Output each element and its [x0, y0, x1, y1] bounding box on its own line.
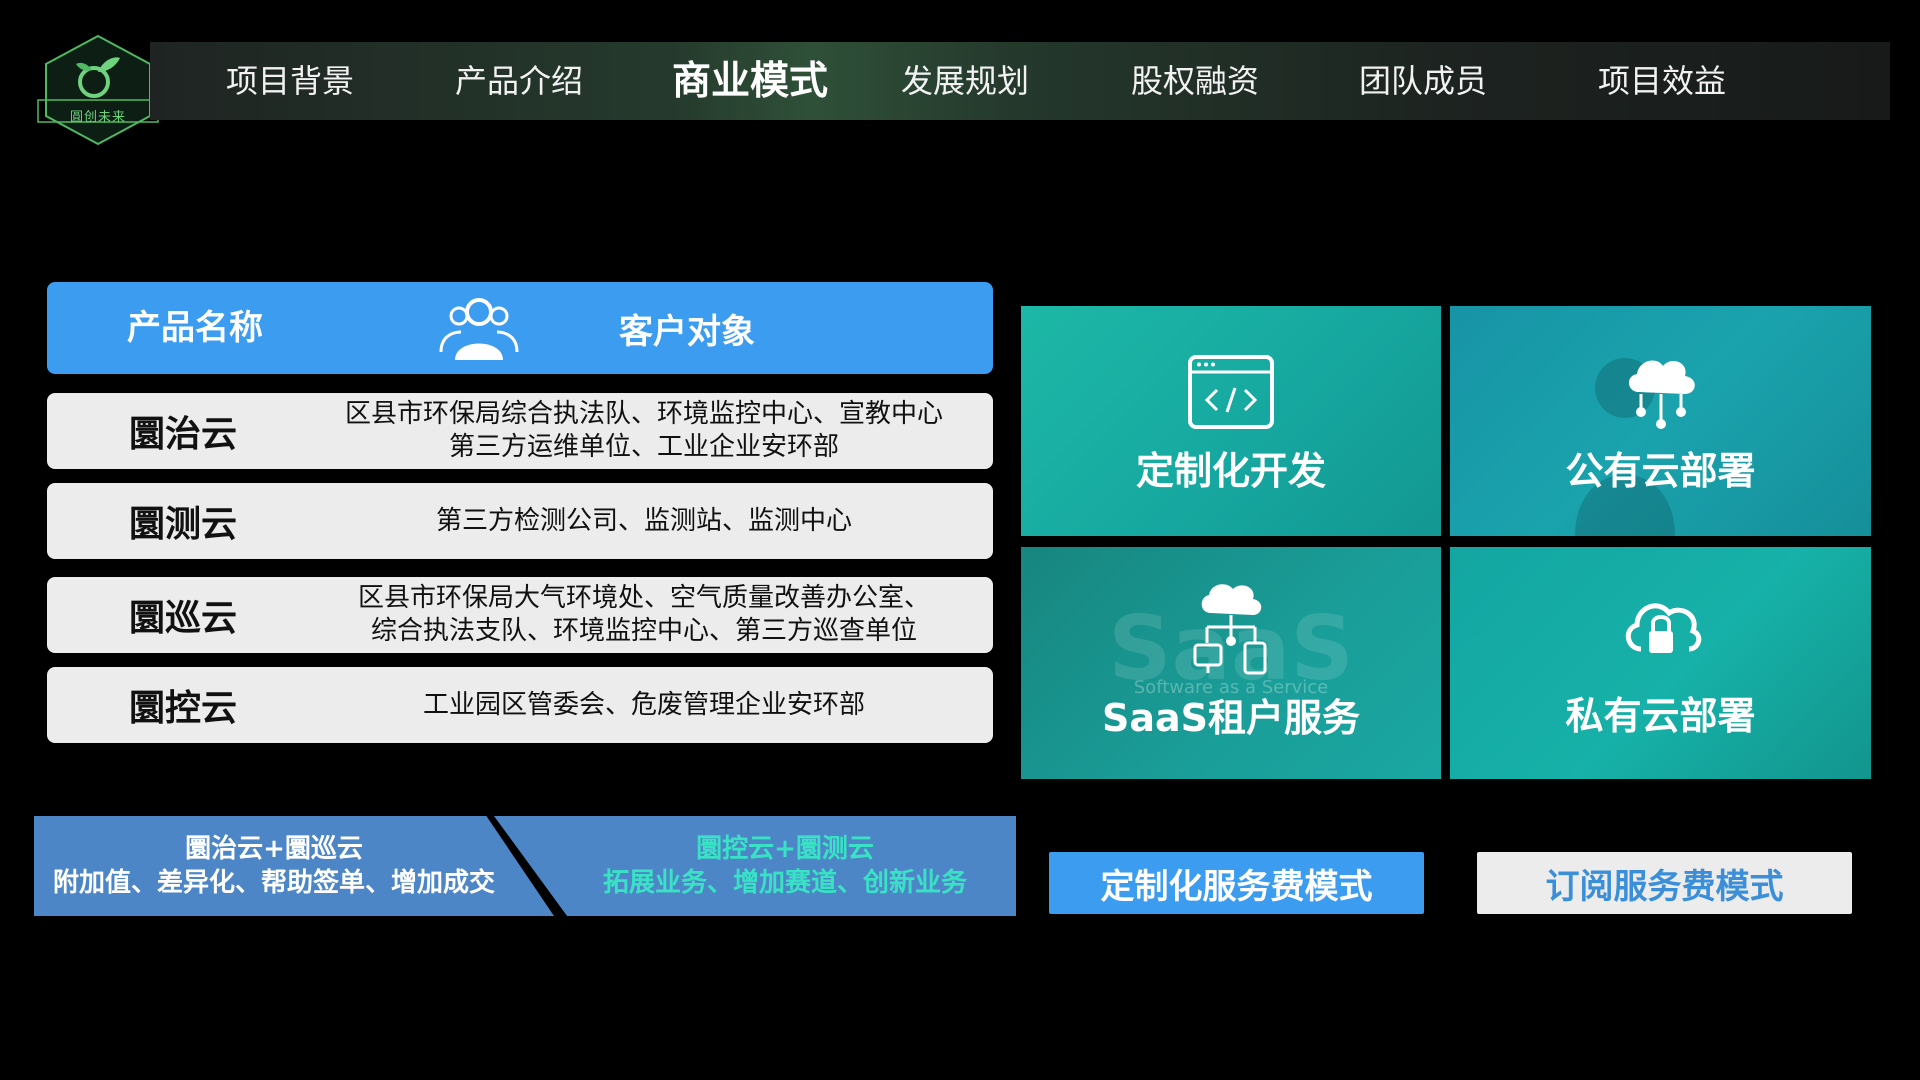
bundle-benefits: 拓展业务、增加赛道、创新业务 — [602, 868, 967, 898]
nav-item-development-plan[interactable]: 发展规划 — [890, 42, 1040, 120]
subscription-fee-button[interactable]: 订阅服务费模式 — [1477, 852, 1852, 914]
nav-item-business-model[interactable]: 商业模式 — [650, 42, 850, 120]
logo-text: 圓创未来 — [69, 110, 126, 125]
users-icon — [439, 298, 519, 360]
cloud-lock-icon — [1625, 603, 1701, 653]
table-row: 圜治云 区县市环保局综合执法队、环境监控中心、宣教中心 第三方运维单位、工业企业… — [47, 393, 993, 469]
product-clients: 区县市环保局综合执法队、环境监控中心、宣教中心 第三方运维单位、工业企业安环部 — [307, 393, 981, 469]
tile-label: SaaS租户服务 — [1101, 696, 1361, 740]
tile-label: 公有云部署 — [1565, 449, 1756, 493]
client-line: 工业园区管委会、危废管理企业安环部 — [422, 689, 865, 720]
tile-saas[interactable]: SaaS Software as a Service SaaS租户服务 — [1021, 547, 1441, 779]
table-row: 圜测云 第三方检测公司、监测站、监测中心 — [47, 483, 993, 559]
bundle-banner-left: 圜治云+圜巡云 附加值、差异化、帮助签单、增加成交 — [34, 816, 554, 916]
client-line: 综合执法支队、环境监控中心、第三方巡查单位 — [370, 616, 917, 646]
nav-item-team[interactable]: 团队成员 — [1348, 42, 1498, 120]
bundle-benefits: 附加值、差异化、帮助签单、增加成交 — [52, 868, 495, 898]
nav-item-product-intro[interactable]: 产品介绍 — [444, 42, 594, 120]
product-table-header: 产品名称 客户对象 — [47, 282, 993, 374]
table-row: 圜控云 工业园区管委会、危废管理企业安环部 — [47, 667, 993, 743]
tile-custom-development[interactable]: 定制化开发 — [1021, 306, 1441, 536]
tile-label: 私有云部署 — [1565, 694, 1756, 738]
client-line: 第三方检测公司、监测站、监测中心 — [435, 505, 852, 536]
nav-item-equity-financing[interactable]: 股权融资 — [1120, 42, 1270, 120]
top-navigation: 项目背景 产品介绍 商业模式 发展规划 股权融资 团队成员 项目效益 — [150, 42, 1890, 120]
custom-service-fee-button[interactable]: 定制化服务费模式 — [1049, 852, 1424, 914]
nav-item-project-benefits[interactable]: 项目效益 — [1587, 42, 1737, 120]
client-line: 区县市环保局综合执法队、环境监控中心、宣教中心 — [344, 399, 943, 429]
brand-logo: 圓创未来 — [36, 34, 160, 146]
product-clients: 工业园区管委会、危废管理企业安环部 — [307, 667, 981, 743]
bundle-title: 圜控云+圜测云 — [696, 834, 874, 864]
table-row: 圜巡云 区县市环保局大气环境处、空气质量改善办公室、 综合执法支队、环境监控中心… — [47, 577, 993, 653]
product-clients: 第三方检测公司、监测站、监测中心 — [307, 483, 981, 559]
tile-private-cloud[interactable]: 私有云部署 — [1450, 547, 1871, 779]
client-line: 第三方运维单位、工业企业安环部 — [448, 432, 839, 462]
product-name: 圜控云 — [129, 688, 238, 729]
code-window-icon — [1188, 355, 1274, 429]
bundle-title: 圜治云+圜巡云 — [185, 834, 363, 864]
header-client: 客户对象 — [619, 312, 755, 352]
saas-cloud-devices-icon — [1193, 584, 1267, 675]
product-name: 圜测云 — [129, 504, 238, 545]
header-product-name: 产品名称 — [127, 308, 263, 348]
product-clients: 区县市环保局大气环境处、空气质量改善办公室、 综合执法支队、环境监控中心、第三方… — [307, 577, 981, 653]
tile-public-cloud[interactable]: 公有云部署 — [1450, 306, 1871, 536]
nav-item-background[interactable]: 项目背景 — [215, 42, 365, 120]
client-line: 区县市环保局大气环境处、空气质量改善办公室、 — [357, 583, 930, 613]
bundle-banner-right: 圜控云+圜测云 拓展业务、增加赛道、创新业务 — [494, 816, 1016, 916]
product-name: 圜治云 — [129, 414, 238, 455]
logo-emblem-icon — [37, 34, 159, 146]
cloud-network-icon — [1628, 360, 1695, 429]
tile-label: 定制化开发 — [1135, 449, 1326, 493]
product-name: 圜巡云 — [129, 598, 238, 639]
